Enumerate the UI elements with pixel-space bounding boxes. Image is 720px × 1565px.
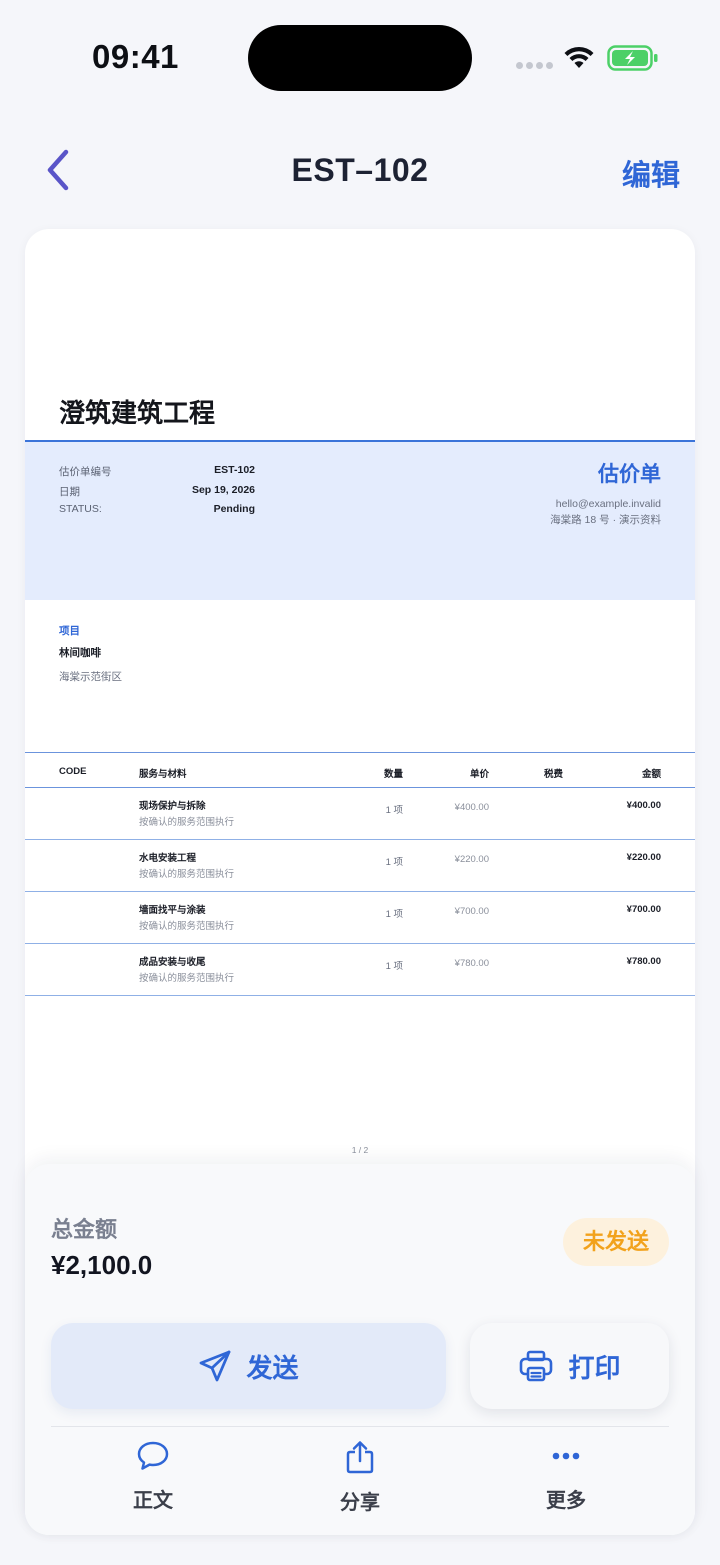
- column-header-price: 单价: [469, 769, 489, 780]
- item-description: 按确认的服务范围执行: [139, 921, 235, 932]
- contact-email: hello@example.invalid: [555, 498, 661, 510]
- line-items-table: CODE 服务与材料 数量 单价 税费 金额 现场保护与拆除 按确认的服务范围执…: [25, 752, 695, 996]
- chat-bubble-icon: [137, 1441, 169, 1470]
- document-type-title: 估价单: [598, 463, 661, 486]
- project-address: 海棠示范街区: [59, 671, 122, 683]
- tab-share[interactable]: 分享: [300, 1440, 420, 1515]
- table-row: 现场保护与拆除 按确认的服务范围执行 1 项 ¥400.00 ¥400.00: [25, 788, 695, 840]
- item-name: 墙面找平与涂装: [139, 905, 206, 916]
- item-name: 水电安装工程: [139, 853, 197, 864]
- dynamic-island: [248, 25, 472, 91]
- item-quantity: 1 项: [385, 857, 403, 868]
- tab-label: 正文: [133, 1490, 173, 1512]
- more-icon: [552, 1452, 580, 1460]
- item-unit-price: ¥780.00: [454, 958, 489, 969]
- total-amount: ¥2,100.0: [51, 1250, 153, 1280]
- item-description: 按确认的服务范围执行: [139, 973, 235, 984]
- page-indicator: 1 / 2: [351, 1145, 369, 1155]
- meta-label: 估价单编号: [59, 466, 112, 478]
- bottom-action-panel: 总金额 ¥2,100.0 未发送 发送 打印 正文 分享 更多: [25, 1164, 695, 1535]
- page-title: EST–102: [291, 152, 429, 188]
- column-header-qty: 数量: [383, 769, 403, 780]
- send-button-label: 发送: [246, 1352, 299, 1383]
- column-header-item: 服务与材料: [139, 769, 187, 780]
- item-unit-price: ¥400.00: [454, 802, 489, 813]
- item-name: 成品安装与收尾: [139, 957, 206, 968]
- print-button-label: 打印: [568, 1352, 621, 1383]
- project-label: 项目: [59, 625, 80, 637]
- table-header: CODE 服务与材料 数量 单价 税费 金额: [25, 752, 695, 788]
- item-description: 按确认的服务范围执行: [139, 869, 235, 880]
- column-header-tax: 税费: [543, 769, 563, 780]
- item-quantity: 1 项: [385, 909, 403, 920]
- item-amount: ¥700.00: [626, 904, 661, 915]
- status-time: 09:41: [92, 38, 179, 75]
- status-bar: 09:41: [0, 0, 720, 110]
- meta-row-date: 日期 Sep 19, 2026: [59, 484, 255, 504]
- tab-body-text[interactable]: 正文: [93, 1440, 213, 1513]
- item-quantity: 1 项: [385, 805, 403, 816]
- share-icon: [346, 1441, 374, 1474]
- meta-row-status: STATUS: Pending: [59, 503, 255, 523]
- tab-more[interactable]: 更多: [506, 1440, 626, 1513]
- meta-value: Pending: [213, 503, 255, 515]
- table-row: 成品安装与收尾 按确认的服务范围执行 1 项 ¥780.00 ¥780.00: [25, 944, 695, 996]
- meta-label: STATUS:: [59, 503, 102, 515]
- edit-button[interactable]: 编辑: [622, 152, 680, 194]
- meta-label: 日期: [59, 485, 80, 498]
- divider: [51, 1426, 669, 1427]
- total-label: 总金额: [51, 1217, 118, 1242]
- item-amount: ¥220.00: [626, 852, 661, 863]
- contact-info: hello@example.invalid 海棠路 18 号 · 演示资料: [550, 496, 661, 528]
- item-name: 现场保护与拆除: [139, 801, 206, 812]
- nav-bar: EST–102 编辑: [0, 130, 720, 210]
- print-button[interactable]: 打印: [470, 1323, 669, 1409]
- item-amount: ¥780.00: [626, 956, 661, 967]
- printer-icon: [520, 1350, 553, 1382]
- table-row: 水电安装工程 按确认的服务范围执行 1 项 ¥220.00 ¥220.00: [25, 840, 695, 892]
- company-name: 澄筑建筑工程: [59, 398, 216, 428]
- table-row: 墙面找平与涂装 按确认的服务范围执行 1 项 ¥700.00 ¥700.00: [25, 892, 695, 944]
- item-quantity: 1 项: [385, 961, 403, 972]
- column-header-amount: 金额: [641, 769, 661, 780]
- meta-row-number: 估价单编号 EST-102: [59, 464, 255, 484]
- item-amount: ¥400.00: [626, 800, 661, 811]
- contact-address: 海棠路 18 号 · 演示资料: [550, 514, 661, 526]
- tab-label: 更多: [546, 1490, 586, 1512]
- send-button[interactable]: 发送: [51, 1323, 446, 1409]
- tab-label: 分享: [340, 1492, 380, 1514]
- meta-value: Sep 19, 2026: [191, 483, 255, 496]
- paper-plane-icon: [200, 1350, 231, 1382]
- status-badge: 未发送: [563, 1218, 669, 1266]
- estimate-meta: 估价单编号 EST-102 日期 Sep 19, 2026 STATUS: Pe…: [59, 464, 255, 523]
- meta-value: EST-102: [214, 464, 255, 476]
- wifi-icon: [564, 46, 594, 68]
- battery-charging-icon: [607, 45, 658, 71]
- project-name: 林间咖啡: [59, 647, 101, 659]
- signal-dots-icon: [516, 62, 553, 69]
- item-unit-price: ¥700.00: [454, 906, 489, 917]
- item-description: 按确认的服务范围执行: [139, 817, 235, 828]
- header-band: 估价单编号 EST-102 日期 Sep 19, 2026 STATUS: Pe…: [25, 440, 695, 600]
- item-unit-price: ¥220.00: [454, 854, 489, 865]
- column-header-code: CODE: [59, 766, 87, 777]
